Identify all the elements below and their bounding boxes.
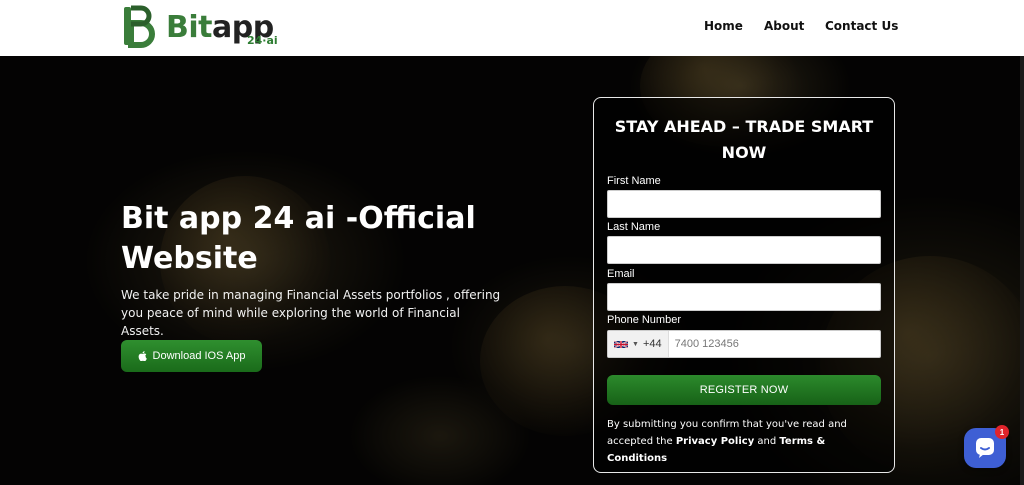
register-button[interactable]: REGISTER NOW (607, 375, 881, 405)
first-name-label: First Name (607, 175, 661, 187)
apple-icon (138, 351, 147, 361)
download-ios-label: Download IOS App (152, 350, 246, 362)
disclaimer-and: and (757, 436, 777, 447)
download-ios-button[interactable]: Download IOS App (121, 340, 262, 372)
last-name-label: Last Name (607, 221, 661, 233)
uk-flag-icon (614, 339, 628, 349)
country-code: +44 (642, 338, 662, 350)
nav-home[interactable]: Home (704, 19, 743, 33)
hero-section: Bit app 24 ai -Official Website We take … (0, 56, 1024, 485)
country-code-select[interactable]: ▼ +44 (608, 331, 669, 357)
chat-icon (976, 438, 994, 458)
hero-title: Bit app 24 ai -Official Website (121, 201, 476, 276)
phone-input[interactable] (668, 331, 880, 357)
last-name-input[interactable] (607, 236, 881, 264)
site-header: Bitapp 24·ai Home About Contact Us (0, 0, 1024, 56)
registration-form: STAY AHEAD – TRADE SMART NOW First Name … (593, 97, 895, 473)
nav-contact-us[interactable]: Contact Us (825, 19, 898, 33)
privacy-policy-link[interactable]: Privacy Policy (676, 436, 754, 447)
phone-field: ▼ +44 (607, 330, 881, 358)
chevron-down-icon: ▼ (632, 340, 639, 348)
form-disclaimer: By submitting you confirm that you've re… (607, 416, 887, 467)
main-nav: Home About Contact Us (0, 19, 1024, 39)
email-input[interactable] (607, 283, 881, 311)
hero-description: We take pride in managing Financial Asse… (121, 288, 501, 338)
page-scrollbar[interactable] (1020, 56, 1024, 485)
nav-about[interactable]: About (764, 19, 804, 33)
form-title: STAY AHEAD – TRADE SMART NOW (614, 117, 874, 162)
phone-label: Phone Number (607, 314, 681, 326)
first-name-input[interactable] (607, 190, 881, 218)
email-label: Email (607, 268, 635, 280)
notification-badge: 1 (995, 425, 1009, 439)
